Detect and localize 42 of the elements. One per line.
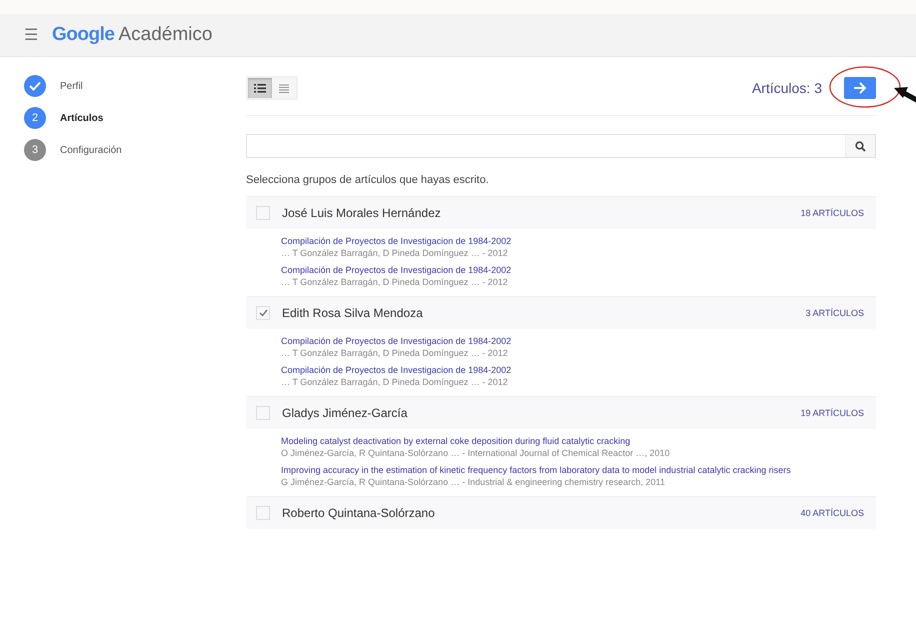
step-label[interactable]: Configuración: [60, 144, 122, 156]
search-button[interactable]: [845, 135, 875, 157]
logo[interactable]: Google Académico: [52, 24, 212, 46]
article-authors: O Jiménez-García, R Quintana-Solórzano … - International Journal of Chemical Reactor …, 2010: [281, 447, 671, 459]
checkbox[interactable]: [256, 206, 270, 220]
article-authors: … T González Barragán, D Pineda Domínguez … - 2012: [281, 276, 509, 288]
articles-link[interactable]: 40 ARTÍCULOS: [800, 508, 864, 518]
search-icon: [855, 140, 866, 152]
author-name: Edith Rosa Silva Mendoza: [282, 306, 424, 320]
article-title-link[interactable]: Modeling catalyst deactivation by external coke deposition during fluid catalytic cracking: [281, 435, 866, 447]
step-number: 2: [24, 107, 46, 129]
article-authors: G Jiménez-García, R Quintana-Solórzano … - Industrial & engineering chemistry research, 2011: [281, 476, 666, 488]
article-title-link[interactable]: Compilación de Proyectos de Investigacion de 1984-2002: [281, 335, 866, 347]
list-icon: [254, 83, 266, 93]
article-authors: … T González Barragán, D Pineda Domínguez … - 2012: [281, 347, 509, 359]
detailed-view-button[interactable]: [248, 78, 272, 98]
checkmark-icon: [258, 309, 268, 317]
author-name: Gladys Jiménez-García: [282, 406, 408, 420]
arrow-right-icon: [853, 82, 867, 94]
checkbox[interactable]: [256, 506, 270, 520]
instruction-text: Selecciona grupos de artículos que hayas escrito.: [246, 174, 490, 186]
articles-link[interactable]: 19 ARTÍCULOS: [800, 408, 864, 418]
next-button[interactable]: [844, 77, 876, 99]
step-label[interactable]: Artículos: [60, 112, 104, 124]
article-title-link[interactable]: Improving accuracy in the estimation of kinetic frequency factors from laboratory data to model industrial catalytic cracking risers: [281, 464, 866, 476]
step-label[interactable]: Perfil: [60, 80, 83, 92]
article-authors: … T González Barragán, D Pineda Domínguez … - 2012: [281, 376, 509, 388]
author-name: Roberto Quintana-Solórzano: [282, 506, 436, 520]
step-number: 3: [24, 139, 46, 161]
article-authors: … T González Barragán, D Pineda Domínguez … - 2012: [281, 247, 509, 259]
checkbox[interactable]: [256, 406, 270, 420]
article-title-link[interactable]: Compilación de Proyectos de Investigacion de 1984-2002: [281, 264, 866, 276]
articles-link[interactable]: 18 ARTÍCULOS: [800, 208, 864, 218]
search-field[interactable]: [246, 134, 876, 158]
author-name: José Luis Morales Hernández: [282, 206, 442, 220]
list-icon: [279, 84, 289, 92]
article-title-link[interactable]: Compilación de Proyectos de Investigacion de 1984-2002: [281, 235, 866, 247]
article-title-link[interactable]: Compilación de Proyectos de Investigacion de 1984-2002: [281, 364, 866, 376]
checkbox[interactable]: [256, 306, 270, 320]
articles-count: Artículos: 3: [752, 80, 822, 96]
articles-link[interactable]: 3 ARTÍCULOS: [806, 308, 864, 318]
menu-icon[interactable]: ☰: [24, 25, 38, 45]
